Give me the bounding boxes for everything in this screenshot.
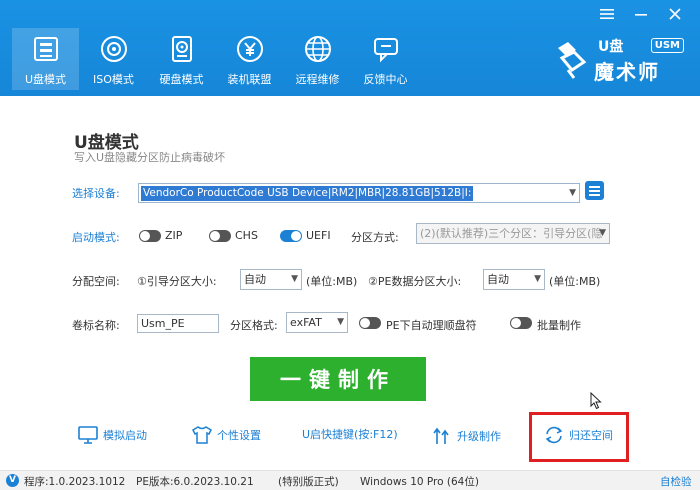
chevron-down-icon: ▼ (534, 274, 541, 284)
hotkey-label: U启快捷键(按:F12) (302, 428, 398, 441)
boot-part-size-label: ①引导分区大小: (137, 275, 217, 288)
volume-label: 卷标名称: (72, 319, 120, 332)
chevron-down-icon: ▼ (337, 317, 344, 327)
chs-label: CHS (235, 229, 258, 242)
nav-label: 反馈中心 (363, 73, 408, 86)
nav-label: ISO模式 (93, 73, 134, 86)
unit-label-1: (单位:MB) (306, 275, 358, 288)
pe-part-size-select[interactable]: 自动 ▼ (483, 269, 545, 290)
format-label: 分区格式: (230, 319, 278, 332)
status-bar: V 程序:1.0.2023.1012 PE版本:6.0.2023.10.21 (… (0, 470, 700, 490)
nav-label: 硬盘模式 (159, 73, 204, 86)
chevron-down-icon: ▼ (291, 274, 298, 284)
device-select[interactable]: VendorCo ProductCode USB Device|RM2|MBR|… (138, 183, 580, 203)
unit-label-2: (单位:MB) (549, 275, 601, 288)
usm-logo: U盘 USM 魔术师 (554, 36, 686, 84)
nav-install-union[interactable]: 装机联盟 (216, 28, 283, 90)
menu-icon[interactable] (598, 6, 616, 22)
hotkey-button[interactable]: U启快捷键(按:F12) (302, 426, 398, 442)
partition-method-select[interactable]: (2)(默认推荐)三个分区：引导分区(隐 ▼ (416, 223, 610, 244)
auto-clean-toggle[interactable] (359, 317, 381, 329)
disc-icon (97, 32, 131, 66)
nav-iso-mode[interactable]: ISO模式 (80, 28, 147, 90)
nav-label: 装机联盟 (227, 73, 272, 86)
upgrade-make-label: 升级制作 (457, 430, 501, 443)
device-list-button[interactable] (585, 181, 604, 200)
window-controls (598, 6, 684, 22)
format-select[interactable]: exFAT ▼ (286, 312, 348, 333)
close-icon[interactable] (666, 6, 684, 22)
chat-bubble-icon (369, 32, 403, 66)
partition-method-label: 分区方式: (351, 231, 399, 244)
simulate-boot-label: 模拟启动 (103, 429, 147, 442)
globe-icon (301, 32, 335, 66)
logo-name: 魔术师 (594, 60, 660, 84)
partition-method-value: (2)(默认推荐)三个分区：引导分区(隐 (420, 227, 603, 240)
tshirt-icon (192, 426, 212, 444)
upgrade-arrows-icon (433, 427, 449, 444)
device-value: VendorCo ProductCode USB Device|RM2|MBR|… (141, 186, 474, 201)
alloc-label: 分配空间: (72, 275, 120, 288)
zip-label: ZIP (165, 229, 183, 242)
zip-toggle[interactable] (139, 230, 161, 242)
monitor-icon (78, 426, 98, 444)
nav-hdd-mode[interactable]: 硬盘模式 (148, 28, 215, 90)
nav-label: 远程维修 (295, 73, 340, 86)
highlight-box (529, 412, 629, 462)
pe-part-size-value: 自动 (487, 273, 509, 286)
one-click-make-button[interactable]: 一键制作 (250, 357, 426, 401)
pe-part-size-label: ②PE数据分区大小: (368, 275, 462, 288)
edition: (特别版正式) (278, 476, 339, 488)
version-check-icon: V (6, 474, 19, 487)
format-value: exFAT (290, 316, 322, 329)
nav-usb-mode[interactable]: U盘模式 (12, 28, 79, 90)
chevron-down-icon: ▼ (599, 228, 606, 238)
pe-version: PE版本:6.0.2023.10.21 (136, 476, 254, 488)
self-check-link[interactable]: 自检验 (660, 474, 692, 489)
main-nav: U盘模式 ISO模式 硬盘模式 装机联盟 远程维修 反馈中心 (12, 28, 420, 90)
mouse-cursor-icon (590, 392, 602, 410)
program-version: 程序:1.0.2023.1012 (24, 476, 126, 488)
batch-label: 批量制作 (537, 319, 581, 332)
chs-toggle[interactable] (209, 230, 231, 242)
uefi-toggle[interactable] (280, 230, 302, 242)
device-label: 选择设备: (72, 187, 120, 200)
personalize-label: 个性设置 (217, 429, 261, 442)
boot-part-size-value: 自动 (244, 273, 266, 286)
chevron-down-icon: ▼ (569, 188, 576, 198)
boot-part-size-select[interactable]: 自动 ▼ (240, 269, 302, 290)
yen-circle-icon (233, 32, 267, 66)
page-subtitle: 写入U盘隐藏分区防止病毒破坏 (74, 151, 226, 164)
hard-disk-icon (165, 32, 199, 66)
logo-badge: USM (650, 38, 684, 53)
usb-drive-icon (29, 32, 63, 66)
volume-input[interactable]: Usm_PE (137, 314, 219, 333)
os-info: Windows 10 Pro (64位) (360, 476, 479, 488)
batch-toggle[interactable] (510, 317, 532, 329)
logo-prefix: U盘 (598, 39, 624, 55)
nav-label: U盘模式 (24, 73, 67, 86)
uefi-label: UEFI (306, 229, 331, 242)
boot-mode-label: 启动模式: (72, 231, 120, 244)
nav-remote-repair[interactable]: 远程维修 (284, 28, 351, 90)
personalize-button[interactable]: 个性设置 (192, 426, 261, 444)
minimize-icon[interactable] (632, 6, 650, 22)
header-bar: U盘模式 ISO模式 硬盘模式 装机联盟 远程维修 反馈中心 U盘 USM 魔术… (0, 0, 700, 96)
nav-feedback-center[interactable]: 反馈中心 (352, 28, 419, 90)
logo-mark-icon (558, 42, 587, 79)
simulate-boot-button[interactable]: 模拟启动 (78, 426, 147, 444)
auto-clean-label: PE下自动理顺盘符 (386, 319, 477, 332)
upgrade-make-button[interactable]: 升级制作 (432, 426, 501, 446)
